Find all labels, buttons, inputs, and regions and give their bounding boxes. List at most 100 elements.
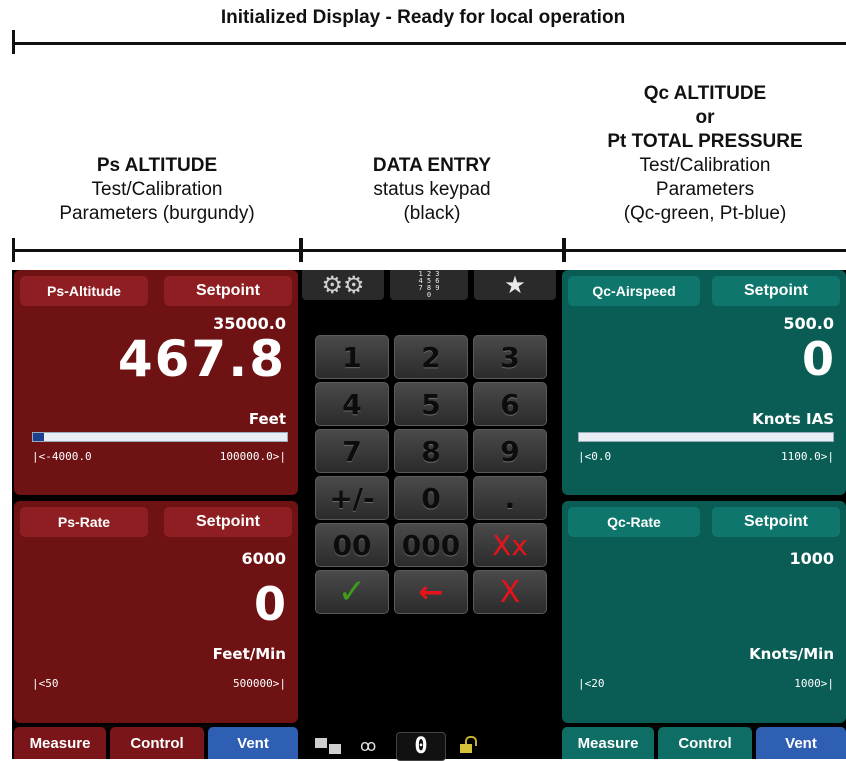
caption-right-title-a: Qc ALTITUDE — [643, 83, 767, 104]
caption-right-title-c: Pt TOTAL PRESSURE — [607, 131, 803, 152]
key-1[interactable]: 1 — [315, 335, 389, 379]
key-000[interactable]: 000 — [394, 523, 468, 567]
qc-rate-unit: Knots/Min — [749, 645, 834, 663]
right-control-button[interactable]: Control — [658, 727, 752, 759]
favorites-tab[interactable]: ★ — [474, 270, 556, 300]
ps-rate-range-max: 500000>| — [233, 677, 286, 690]
qc-airspeed-range-max: 1100.0>| — [781, 450, 834, 463]
key-8[interactable]: 8 — [394, 429, 468, 473]
ps-altitude-reading: 467.8 — [117, 330, 286, 388]
ps-altitude-tab[interactable]: Ps-Altitude — [20, 276, 148, 306]
x-icon: X — [499, 574, 521, 610]
full-width-bracket — [12, 42, 846, 45]
key-label: 8 — [421, 434, 441, 468]
column-bracket — [12, 249, 846, 252]
qc-airspeed-reading: 0 — [801, 332, 834, 386]
caption-right-line2: Test/Calibration — [639, 155, 771, 176]
keypad-numbers-icon: 1 2 3 4 5 6 7 8 9 0 — [418, 270, 440, 299]
qc-airspeed-range-min: |<0.0 — [578, 450, 612, 463]
unlocked-icon[interactable] — [460, 736, 477, 754]
left-measure-button[interactable]: Measure — [14, 727, 106, 759]
qc-airspeed-range-bar — [578, 432, 834, 442]
ps-altitude-range-min: |<-4000.0 — [32, 450, 92, 463]
key-label: . — [504, 481, 516, 515]
ps-rate-setpoint-button[interactable]: Setpoint — [164, 507, 292, 537]
qc-airspeed-setpoint-value: 500.0 — [783, 314, 834, 333]
ps-altitude-panel: Ps-Altitude Setpoint 35000.0 467.8 Feet … — [14, 270, 298, 495]
key-9[interactable]: 9 — [473, 429, 547, 473]
caption-middle-line3: (black) — [403, 203, 461, 224]
qc-rate-setpoint-value: 1000 — [789, 549, 834, 568]
right-vent-button[interactable]: Vent — [756, 727, 846, 759]
key-00[interactable]: 00 — [315, 523, 389, 567]
key-label: 5 — [421, 387, 441, 421]
key-plus-minus[interactable]: +/- — [315, 476, 389, 520]
key-6[interactable]: 6 — [473, 382, 547, 426]
left-vent-button[interactable]: Vent — [208, 727, 298, 759]
key-label: 6 — [500, 387, 520, 421]
bracket-tick — [562, 238, 566, 262]
key-7[interactable]: 7 — [315, 429, 389, 473]
gears-icon: ⚙⚙ — [321, 271, 365, 299]
backspace-key[interactable]: ← — [394, 570, 468, 614]
caption-right-title-b: or — [695, 107, 715, 128]
settings-tab[interactable]: ⚙⚙ — [302, 270, 384, 300]
ps-altitude-range-max: 100000.0>| — [219, 450, 286, 463]
key-2[interactable]: 2 — [394, 335, 468, 379]
clear-key[interactable]: X — [473, 570, 547, 614]
ps-rate-unit: Feet/Min — [212, 645, 286, 663]
caption-left-title: Ps ALTITUDE — [96, 155, 218, 176]
ps-altitude-range-bar — [32, 432, 288, 442]
qc-airspeed-tab[interactable]: Qc-Airspeed — [568, 276, 700, 306]
qc-rate-setpoint-button[interactable]: Setpoint — [712, 507, 840, 537]
right-measure-button[interactable]: Measure — [562, 727, 654, 759]
caption-right-line3: Parameters — [655, 179, 755, 200]
ps-rate-setpoint-value: 6000 — [241, 549, 286, 568]
key-label: 4 — [342, 387, 362, 421]
key-label: +/- — [329, 481, 375, 515]
caption-middle-line2: status keypad — [373, 179, 491, 200]
chain-link-icon: ꝏ — [360, 736, 377, 755]
diagram-title: Initialized Display - Ready for local op… — [220, 7, 626, 28]
left-arrow-icon: ← — [418, 574, 444, 610]
enter-key[interactable]: ✓ — [315, 570, 389, 614]
bracket-tick — [299, 238, 303, 262]
key-label: 2 — [421, 340, 441, 374]
numpad-tab[interactable]: 1 2 3 4 5 6 7 8 9 0 — [390, 270, 468, 300]
ps-rate-reading: 0 — [253, 577, 286, 631]
qc-airspeed-panel: Qc-Airspeed Setpoint 500.0 0 Knots IAS |… — [562, 270, 846, 495]
key-label: 00 — [332, 528, 372, 562]
key-3[interactable]: 3 — [473, 335, 547, 379]
bracket-tick — [12, 238, 15, 262]
key-label: 7 — [342, 434, 362, 468]
key-label: 000 — [401, 528, 461, 562]
ps-rate-range-min: |<50 — [32, 677, 59, 690]
key-label: 9 — [500, 434, 520, 468]
key-0[interactable]: 0 — [394, 476, 468, 520]
key-label: 0 — [421, 481, 441, 515]
qc-rate-panel: Qc-Rate Setpoint 1000 Knots/Min |<20 100… — [562, 501, 846, 723]
key-decimal[interactable]: . — [473, 476, 547, 520]
key-4[interactable]: 4 — [315, 382, 389, 426]
key-label: 3 — [500, 340, 520, 374]
checkmark-icon: ✓ — [337, 572, 367, 612]
ps-altitude-setpoint-button[interactable]: Setpoint — [164, 276, 292, 306]
clear-all-key[interactable]: Xx — [473, 523, 547, 567]
caption-left-line2: Test/Calibration — [91, 179, 223, 200]
left-control-button[interactable]: Control — [110, 727, 204, 759]
qc-airspeed-setpoint-button[interactable]: Setpoint — [712, 276, 840, 306]
caption-right: Qc ALTITUDE or Pt TOTAL PRESSURE Test/Ca… — [564, 82, 846, 226]
caption-middle-title: DATA ENTRY — [372, 155, 492, 176]
caption-middle: DATA ENTRY status keypad (black) — [300, 154, 564, 226]
key-5[interactable]: 5 — [394, 382, 468, 426]
caption-left: Ps ALTITUDE Test/Calibration Parameters … — [12, 154, 302, 226]
ps-rate-tab[interactable]: Ps-Rate — [20, 507, 148, 537]
device-screen: Ps-Altitude Setpoint 35000.0 467.8 Feet … — [12, 270, 846, 761]
status-zero-text: 0 — [414, 734, 428, 759]
qc-rate-range-max: 1000>| — [794, 677, 834, 690]
qc-rate-tab[interactable]: Qc-Rate — [568, 507, 700, 537]
caption-left-line3: Parameters (burgundy) — [59, 203, 255, 224]
qc-rate-range-min: |<20 — [578, 677, 605, 690]
status-zero-indicator: 0 — [396, 732, 446, 761]
ps-altitude-unit: Feet — [248, 410, 286, 428]
